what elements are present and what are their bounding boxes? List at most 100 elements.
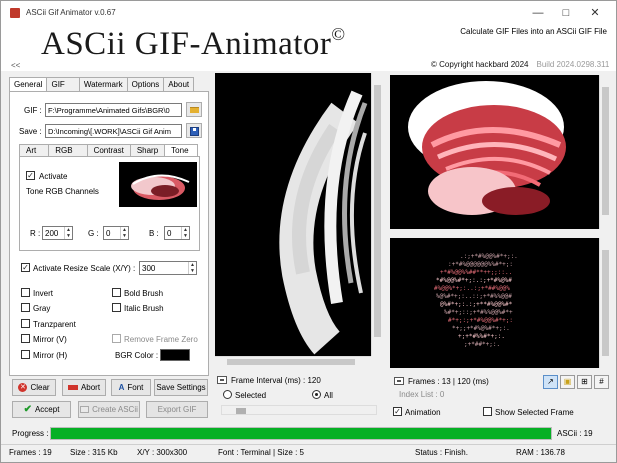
clear-button[interactable]: ✕ Clear: [12, 379, 56, 396]
resize-label: Activate Resize Scale (X/Y) :: [33, 264, 136, 273]
checkmark-icon: ✔: [23, 404, 32, 416]
show-selected-frame-checkbox[interactable]: [483, 407, 492, 416]
source-horizontal-scrollbar[interactable]: [215, 356, 371, 366]
progress-row: Progress : ASCii : 19: [9, 425, 610, 441]
image-icon: [80, 406, 90, 414]
svg-text:#%@@%*+;:..:;+*##%@@%: #%@@%*+;:..:;+*##%@@%: [434, 285, 510, 292]
export-gif-button[interactable]: Export GIF: [146, 401, 208, 418]
bgr-color-swatch[interactable]: [160, 349, 190, 361]
tab-about[interactable]: About: [163, 77, 195, 91]
copyright-mark: ©: [331, 24, 346, 44]
save-path-field[interactable]: D:\Incoming\[.WORK]\ASCii Gif Anim: [45, 124, 182, 138]
clear-icon: ✕: [18, 383, 28, 393]
window-title: ASCii Gif Animator v.0.67: [26, 8, 116, 17]
frames-info: Frames : 13 | 120 (ms): [408, 377, 489, 386]
blue-spinner[interactable]: 0 ▲ ▼: [164, 226, 190, 240]
all-radio[interactable]: [312, 390, 321, 399]
save-path-button[interactable]: [186, 123, 202, 138]
progress-fill: [51, 428, 551, 439]
svg-text::+*#%@@@@@@%%#*+;:: :+*#%@@@@@@%%#*+;:: [448, 261, 513, 268]
all-radio-label: All: [324, 391, 333, 400]
minimize-button[interactable]: —: [528, 5, 548, 21]
tone-activate-checkbox[interactable]: ✓: [26, 171, 35, 180]
disk-icon: [190, 127, 199, 136]
svg-text:.:;+*#%@@%#*+;:.: .:;+*#%@@%#*+;:.: [460, 253, 518, 260]
bold-brush-checkbox[interactable]: [112, 288, 121, 297]
green-spinner[interactable]: 0 ▲ ▼: [103, 226, 129, 240]
resize-checkbox[interactable]: ✓: [21, 263, 30, 272]
resize-spinner[interactable]: 300 ▲ ▼: [139, 261, 197, 275]
invert-checkbox[interactable]: [21, 288, 30, 297]
animation-checkbox[interactable]: ✓: [393, 407, 402, 416]
source-gif-view: [215, 73, 371, 356]
accept-button[interactable]: ✔ Accept: [12, 401, 71, 418]
font-icon: A: [118, 383, 125, 393]
frame-interval-icon: [217, 376, 227, 384]
color-view-scrollbar[interactable]: [599, 75, 610, 229]
color-frame-view: [390, 75, 599, 229]
tranzparent-checkbox[interactable]: [21, 319, 30, 328]
fit-icon: ⊞: [581, 377, 588, 386]
frame-interval-slider[interactable]: [221, 405, 377, 415]
tone-activate-label: Activate: [39, 172, 68, 181]
grid-icon: #: [599, 377, 604, 386]
fit-tool-button[interactable]: ⊞: [577, 375, 592, 389]
settings-panel: General GIF Watermark Options About GIF …: [9, 77, 209, 422]
mirror-v-checkbox[interactable]: [21, 334, 30, 343]
save-label: Save :: [19, 127, 42, 136]
ascii-view-scrollbar[interactable]: [599, 238, 610, 368]
gif-path-field[interactable]: F:\Programme\Animated Gifs\BGR\0: [45, 103, 182, 117]
app-logo: ASCii GIF-Animator©: [41, 24, 346, 62]
status-xy: X/Y : 300x300: [137, 448, 188, 457]
zoom-tool-button[interactable]: ↗: [543, 375, 558, 389]
svg-text:@%#*+;:.:;+**#%@@%#*: @%#*+;:.:;+**#%@@%#*: [440, 301, 513, 308]
source-vertical-scrollbar[interactable]: [371, 73, 382, 356]
zoom-icon: ↗: [547, 377, 554, 386]
svg-text:+;+*#%%#*+;:.: +;+*#%%#*+;:.: [458, 333, 505, 340]
gray-label: Gray: [33, 304, 51, 313]
abort-button[interactable]: Abort: [62, 379, 106, 396]
tone-preview-image: [119, 162, 197, 207]
svg-text:#*+;:;+*#%@@%#*+;:: #*+;:;+*#%@@%#*+;:: [448, 317, 513, 324]
tab-general[interactable]: General: [9, 77, 48, 92]
status-ram: RAM : 136.78: [516, 448, 565, 457]
tab-watermark[interactable]: Watermark: [78, 77, 128, 91]
mirror-h-checkbox[interactable]: [21, 350, 30, 359]
font-button[interactable]: A Font: [111, 379, 151, 396]
create-ascii-button[interactable]: Create ASCii: [78, 401, 140, 418]
status-frames: Frames : 19: [9, 448, 52, 457]
grid-tool-button[interactable]: #: [594, 375, 609, 389]
remove-frame-zero-checkbox[interactable]: [112, 334, 121, 343]
progress-bar: [50, 427, 552, 440]
italic-brush-checkbox[interactable]: [112, 303, 121, 312]
red-spinner[interactable]: 200 ▲ ▼: [42, 226, 73, 240]
remove-frame-zero-label: Remove Frame Zero: [124, 335, 198, 344]
ascii-preview-panel: .:;+*#%@@%#*+;:. :+*#%@@@@@@%%#*+;: +*#%…: [388, 73, 610, 423]
status-bar: Frames : 19 Size : 315 Kb X/Y : 300x300 …: [1, 444, 616, 462]
status-size: Size : 315 Kb: [70, 448, 118, 457]
bgr-color-label: BGR Color :: [115, 351, 159, 360]
maximize-button[interactable]: □: [556, 5, 576, 21]
copy-icon: ▣: [563, 377, 572, 386]
tab-options[interactable]: Options: [126, 77, 165, 91]
svg-text:+*#%@@%%##**++;;::..: +*#%@@%%##**++;;::..: [440, 269, 512, 276]
collapse-button[interactable]: <<: [11, 61, 20, 70]
blue-label: B :: [149, 229, 159, 238]
green-label: G :: [88, 229, 99, 238]
gray-checkbox[interactable]: [21, 303, 30, 312]
italic-brush-label: Italic Brush: [124, 304, 164, 313]
svg-text:%#*+;::;+*#%%@@%#*+: %#*+;::;+*#%%@@%#*+: [444, 309, 513, 316]
copy-tool-button[interactable]: ▣: [560, 375, 575, 389]
close-button[interactable]: ✕: [585, 5, 605, 21]
ascii-count: ASCii : 19: [557, 429, 593, 438]
gif-label: GIF :: [24, 106, 42, 115]
tab-gif[interactable]: GIF: [46, 77, 80, 91]
selected-radio[interactable]: [223, 390, 232, 399]
app-window: ASCii Gif Animator v.0.67 — □ ✕ ASCii GI…: [0, 0, 617, 463]
invert-label: Invert: [33, 289, 54, 298]
open-gif-button[interactable]: [186, 102, 202, 117]
build-text: Build 2024.0298.311: [536, 60, 610, 69]
save-settings-button[interactable]: Save Settings: [154, 379, 208, 396]
mirror-v-label: Mirror (V): [33, 335, 67, 344]
header: ASCii GIF-Animator© Calculate GIF Files …: [1, 24, 616, 71]
